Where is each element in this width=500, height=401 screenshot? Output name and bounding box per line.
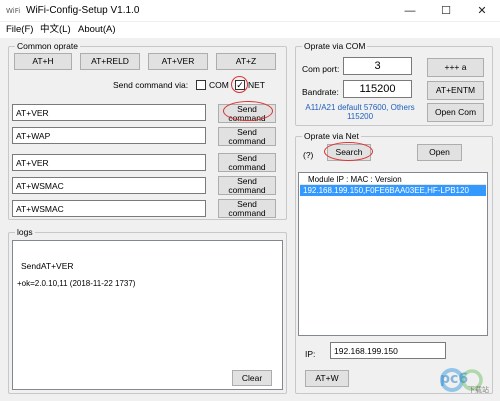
ip-input[interactable]: 192.168.199.150	[330, 342, 446, 359]
log-line: +ok=2.0.10,11 (2018-11-22 1737)	[17, 279, 136, 288]
com-checkbox-label: COM	[209, 80, 229, 90]
send-command-label: command	[228, 184, 266, 195]
module-list-row[interactable]: 192.168.199.150,F0FE6BAA03EE,HF-LPB120	[300, 185, 486, 196]
send-command-label: command	[228, 161, 266, 172]
help-label[interactable]: (?)	[303, 150, 313, 161]
clear-button[interactable]: Clear	[232, 370, 272, 386]
at-z-button[interactable]: AT+Z	[216, 53, 276, 70]
com-group-title: Oprate via COM	[302, 41, 368, 52]
net-checkbox[interactable]: ✓	[235, 80, 245, 90]
app-icon: WiFi	[6, 7, 21, 15]
net-checkbox-label: NET	[248, 80, 265, 90]
command-input-1[interactable]: AT+VER	[12, 104, 206, 121]
com-checkbox[interactable]	[196, 80, 206, 90]
module-listview[interactable]: Module IP : MAC : Version 192.168.199.15…	[298, 172, 488, 336]
menu-about[interactable]: About(A)	[78, 23, 116, 37]
send-command-label: command	[228, 112, 266, 123]
at-ver-button[interactable]: AT+VER	[148, 53, 208, 70]
module-list-header: Module IP : MAC : Version	[300, 174, 486, 185]
common-oprate-title: Common oprate	[15, 41, 80, 52]
command-input-2[interactable]: AT+WAP	[12, 127, 206, 144]
at-reld-button[interactable]: AT+RELD	[80, 53, 140, 70]
menu-file[interactable]: File(F)	[6, 23, 33, 37]
menu-language[interactable]: 中文(L)	[40, 23, 71, 37]
com-port-input[interactable]: 3	[343, 57, 412, 75]
command-input-4[interactable]: AT+WSMAC	[12, 177, 206, 194]
maximize-button[interactable]: ☐	[428, 0, 464, 22]
command-input-3[interactable]: AT+VER	[12, 154, 206, 171]
ip-label: IP:	[305, 349, 316, 359]
watermark-text: pc6	[440, 371, 469, 387]
close-button[interactable]: ✕	[464, 0, 500, 22]
plus-a-button[interactable]: +++ a	[427, 58, 484, 77]
send-command-label: command	[228, 207, 266, 218]
send-command-button-3[interactable]: Send command	[218, 153, 276, 172]
window-title: WiFi-Config-Setup V1.1.0	[26, 5, 140, 16]
menu-bar: File(F) 中文(L) About(A)	[0, 22, 500, 38]
bandrate-label: Bandrate:	[302, 87, 339, 97]
at-w-button[interactable]: AT+W	[305, 370, 349, 387]
net-open-button[interactable]: Open	[417, 144, 462, 161]
send-via-label: Send command via:	[113, 80, 189, 90]
minimize-button[interactable]: —	[392, 0, 428, 22]
watermark-subtext: 下载站	[468, 386, 489, 394]
logs-title: logs	[15, 227, 35, 238]
bandrate-input[interactable]: 115200	[343, 80, 412, 98]
command-input-5[interactable]: AT+WSMAC	[12, 200, 206, 217]
net-group-title: Oprate via Net	[302, 131, 361, 142]
at-entm-button[interactable]: AT+ENTM	[427, 81, 484, 100]
open-com-button[interactable]: Open Com	[427, 103, 484, 122]
com-port-label: Com port:	[302, 64, 340, 74]
send-command-button-2[interactable]: Send command	[218, 127, 276, 146]
title-bar: WiFi WiFi-Config-Setup V1.1.0 — ☐ ✕	[0, 0, 500, 22]
log-line: SendAT+VER	[21, 261, 74, 271]
send-command-button-1[interactable]: Send command	[218, 104, 276, 123]
search-button[interactable]: Search	[327, 144, 371, 161]
send-command-button-5[interactable]: Send command	[218, 199, 276, 218]
watermark-logo: pc6 下载站	[434, 363, 494, 397]
send-command-label: command	[228, 135, 266, 146]
bandrate-note: A11/A21 default 57600, Others 115200	[305, 103, 415, 121]
send-command-button-4[interactable]: Send command	[218, 176, 276, 195]
at-h-button[interactable]: AT+H	[14, 53, 72, 70]
